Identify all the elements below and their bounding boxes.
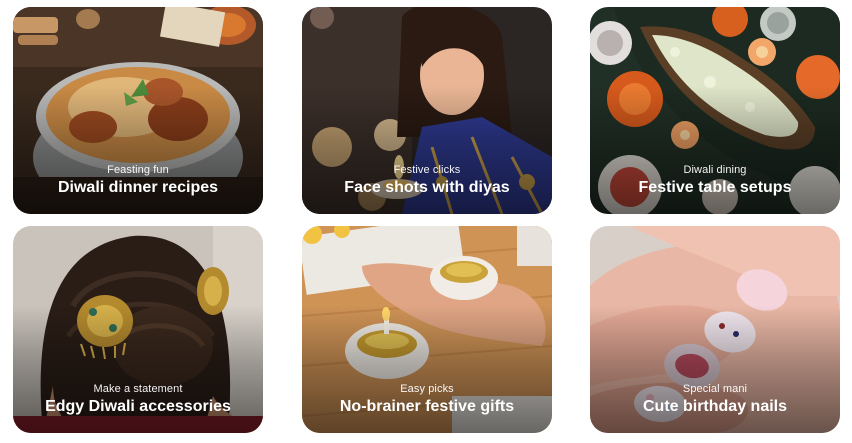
idea-card-grid: Feasting fun Diwali dinner recipes Festi… bbox=[0, 0, 852, 443]
card-subtitle: Make a statement bbox=[93, 383, 183, 395]
card-subtitle: Easy picks bbox=[400, 383, 454, 395]
card-title: Edgy Diwali accessories bbox=[45, 398, 231, 415]
card-caption: Festive clicks Face shots with diyas bbox=[302, 164, 552, 198]
card-title: No-brainer festive gifts bbox=[339, 398, 515, 415]
idea-card-edgy-diwali-accessories[interactable]: Make a statement Edgy Diwali accessories bbox=[13, 226, 263, 433]
card-subtitle: Special mani bbox=[682, 383, 748, 395]
card-subtitle: Feasting fun bbox=[107, 164, 169, 176]
idea-card-diwali-dinner-recipes[interactable]: Feasting fun Diwali dinner recipes bbox=[13, 7, 263, 214]
card-caption: Make a statement Edgy Diwali accessories bbox=[13, 383, 263, 417]
card-caption: Easy picks No-brainer festive gifts bbox=[302, 383, 552, 417]
card-title: Festive table setups bbox=[638, 179, 792, 196]
card-caption: Feasting fun Diwali dinner recipes bbox=[13, 164, 263, 198]
card-subtitle: Diwali dining bbox=[683, 164, 747, 176]
card-caption: Special mani Cute birthday nails bbox=[590, 383, 840, 417]
idea-card-cute-birthday-nails[interactable]: Special mani Cute birthday nails bbox=[590, 226, 840, 433]
idea-card-festive-table-setups[interactable]: Diwali dining Festive table setups bbox=[590, 7, 840, 214]
idea-card-face-shots-with-diyas[interactable]: Festive clicks Face shots with diyas bbox=[302, 7, 552, 214]
card-subtitle: Festive clicks bbox=[393, 164, 461, 176]
idea-card-no-brainer-festive-gifts[interactable]: Easy picks No-brainer festive gifts bbox=[302, 226, 552, 433]
card-title: Cute birthday nails bbox=[642, 398, 788, 415]
card-title: Face shots with diyas bbox=[344, 179, 510, 196]
card-caption: Diwali dining Festive table setups bbox=[590, 164, 840, 198]
card-title: Diwali dinner recipes bbox=[57, 179, 219, 196]
